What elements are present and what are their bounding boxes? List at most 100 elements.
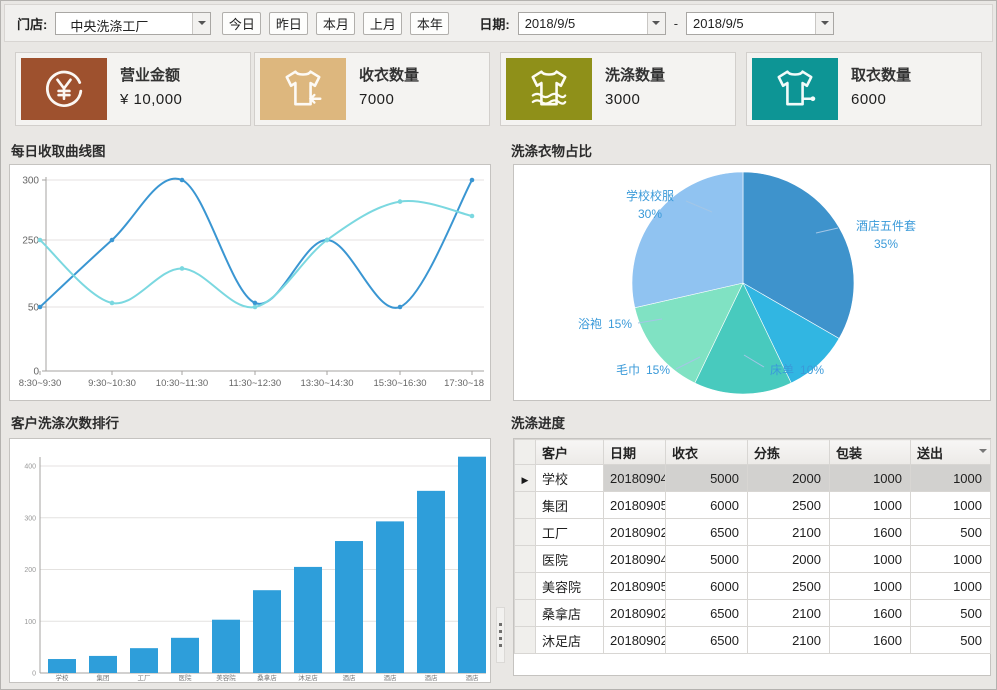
- toolbar: 门店: 中央洗涤工厂 今日 昨日 本月 上月 本年 日期: 2018/9/5 -…: [4, 4, 993, 42]
- date-range-separator: -: [674, 16, 678, 31]
- date-from-value: 2018/9/5: [519, 13, 647, 34]
- yesterday-button[interactable]: 昨日: [269, 12, 308, 35]
- row-indicator: ▶: [515, 465, 536, 492]
- series-dark-blue: [40, 179, 472, 308]
- table-cell[interactable]: 20180902: [604, 519, 666, 546]
- column-header-2[interactable]: 收衣: [666, 440, 748, 465]
- table-cell[interactable]: 20180904: [604, 465, 666, 492]
- progress-table: 客户日期收衣分拣包装送出 ▶学校201809045000200010001000…: [514, 439, 991, 654]
- x-tick-label: 医院: [179, 673, 193, 682]
- bar-3: [171, 638, 199, 673]
- x-tick-label: 8:30~9:30: [19, 378, 62, 389]
- table-cell[interactable]: 20180905: [604, 492, 666, 519]
- table-cell[interactable]: 1000: [911, 492, 991, 519]
- row-indicator: [515, 546, 536, 573]
- bar-0: [48, 659, 76, 673]
- table-cell[interactable]: 美容院: [536, 573, 604, 600]
- table-row-3[interactable]: 医院201809045000200010001000: [515, 546, 991, 573]
- table-cell[interactable]: 500: [911, 627, 991, 654]
- kpi-title: 营业金额: [120, 64, 180, 85]
- x-tick-label: 11:30~12:30: [229, 378, 281, 389]
- table-cell[interactable]: 6500: [666, 519, 748, 546]
- table-cell[interactable]: 1600: [830, 627, 911, 654]
- x-tick-label: 集团: [97, 673, 110, 682]
- column-header-4[interactable]: 包装: [830, 440, 911, 465]
- table-row-0[interactable]: ▶学校201809045000200010001000: [515, 465, 991, 492]
- table-row-6[interactable]: 沐足店20180902650021001600500: [515, 627, 991, 654]
- column-header-3[interactable]: 分拣: [748, 440, 830, 465]
- kpi-value: 6000: [851, 91, 886, 108]
- column-header-1[interactable]: 日期: [604, 440, 666, 465]
- table-row-1[interactable]: 集团201809056000250010001000: [515, 492, 991, 519]
- x-tick-label: 17:30~18: [444, 378, 484, 389]
- y-tick-label: 300: [22, 176, 39, 187]
- pie-label-school-uniform: 学校校服 30%: [590, 187, 710, 223]
- row-indicator: [515, 573, 536, 600]
- table-cell[interactable]: 1000: [911, 573, 991, 600]
- table-cell[interactable]: 工厂: [536, 519, 604, 546]
- store-label: 门店:: [17, 14, 47, 33]
- date-to-picker[interactable]: 2018/9/5: [686, 12, 834, 35]
- today-button[interactable]: 今日: [222, 12, 261, 35]
- table-cell[interactable]: 6000: [666, 573, 748, 600]
- table-cell[interactable]: 1600: [830, 519, 911, 546]
- series-dark-blue-marker: [110, 238, 115, 243]
- panel-splitter-handle[interactable]: [496, 607, 505, 663]
- filter-dropdown-icon[interactable]: [979, 449, 987, 457]
- pie-label-towel: 毛巾15%: [580, 361, 670, 379]
- table-cell[interactable]: 5000: [666, 465, 748, 492]
- table-cell[interactable]: 沐足店: [536, 627, 604, 654]
- table-cell[interactable]: 桑拿店: [536, 600, 604, 627]
- table-cell[interactable]: 20180905: [604, 573, 666, 600]
- table-cell[interactable]: 5000: [666, 546, 748, 573]
- table-cell[interactable]: 1000: [830, 465, 911, 492]
- table-cell[interactable]: 1000: [911, 465, 991, 492]
- yen-circle-icon: [21, 58, 107, 120]
- table-cell[interactable]: 1000: [830, 492, 911, 519]
- x-tick-label: 9:30~10:30: [88, 378, 136, 389]
- table-cell[interactable]: 2000: [748, 465, 830, 492]
- column-header-5[interactable]: 送出: [911, 440, 991, 465]
- table-cell[interactable]: 2500: [748, 492, 830, 519]
- table-cell[interactable]: 2100: [748, 627, 830, 654]
- table-cell[interactable]: 1000: [830, 546, 911, 573]
- bar-chart-panel: 0100200300400学校集团工厂医院美容院桑拿店沐足店酒店酒店酒店酒店: [9, 438, 491, 683]
- table-cell[interactable]: 1000: [911, 546, 991, 573]
- series-light-cyan-marker: [325, 238, 330, 243]
- this-year-button[interactable]: 本年: [410, 12, 449, 35]
- this-month-button[interactable]: 本月: [316, 12, 355, 35]
- y-tick-label: 200: [24, 567, 36, 574]
- table-cell[interactable]: 20180902: [604, 627, 666, 654]
- chevron-down-icon[interactable]: [647, 13, 665, 34]
- last-month-button[interactable]: 上月: [363, 12, 402, 35]
- series-dark-blue-marker: [180, 178, 185, 183]
- table-cell[interactable]: 6000: [666, 492, 748, 519]
- table-cell[interactable]: 6500: [666, 600, 748, 627]
- table-row-4[interactable]: 美容院201809056000250010001000: [515, 573, 991, 600]
- row-indicator: [515, 627, 536, 654]
- chevron-down-icon[interactable]: [815, 13, 833, 34]
- table-cell[interactable]: 1600: [830, 600, 911, 627]
- series-light-cyan-marker: [180, 266, 185, 271]
- table-cell[interactable]: 集团: [536, 492, 604, 519]
- table-row-2[interactable]: 工厂20180902650021001600500: [515, 519, 991, 546]
- table-cell[interactable]: 2000: [748, 546, 830, 573]
- table-cell[interactable]: 学校: [536, 465, 604, 492]
- table-cell[interactable]: 医院: [536, 546, 604, 573]
- table-cell[interactable]: 6500: [666, 627, 748, 654]
- table-cell[interactable]: 500: [911, 519, 991, 546]
- y-tick-label: 0: [32, 671, 36, 678]
- table-cell[interactable]: 2100: [748, 600, 830, 627]
- chevron-down-icon[interactable]: [192, 13, 210, 34]
- store-select[interactable]: 中央洗涤工厂: [55, 12, 211, 35]
- table-cell[interactable]: 1000: [830, 573, 911, 600]
- table-cell[interactable]: 20180904: [604, 546, 666, 573]
- column-header-0[interactable]: 客户: [536, 440, 604, 465]
- table-cell[interactable]: 500: [911, 600, 991, 627]
- table-row-5[interactable]: 桑拿店20180902650021001600500: [515, 600, 991, 627]
- table-cell[interactable]: 2100: [748, 519, 830, 546]
- table-cell[interactable]: 2500: [748, 573, 830, 600]
- kpi-title: 洗涤数量: [605, 64, 665, 85]
- table-cell[interactable]: 20180902: [604, 600, 666, 627]
- date-from-picker[interactable]: 2018/9/5: [518, 12, 666, 35]
